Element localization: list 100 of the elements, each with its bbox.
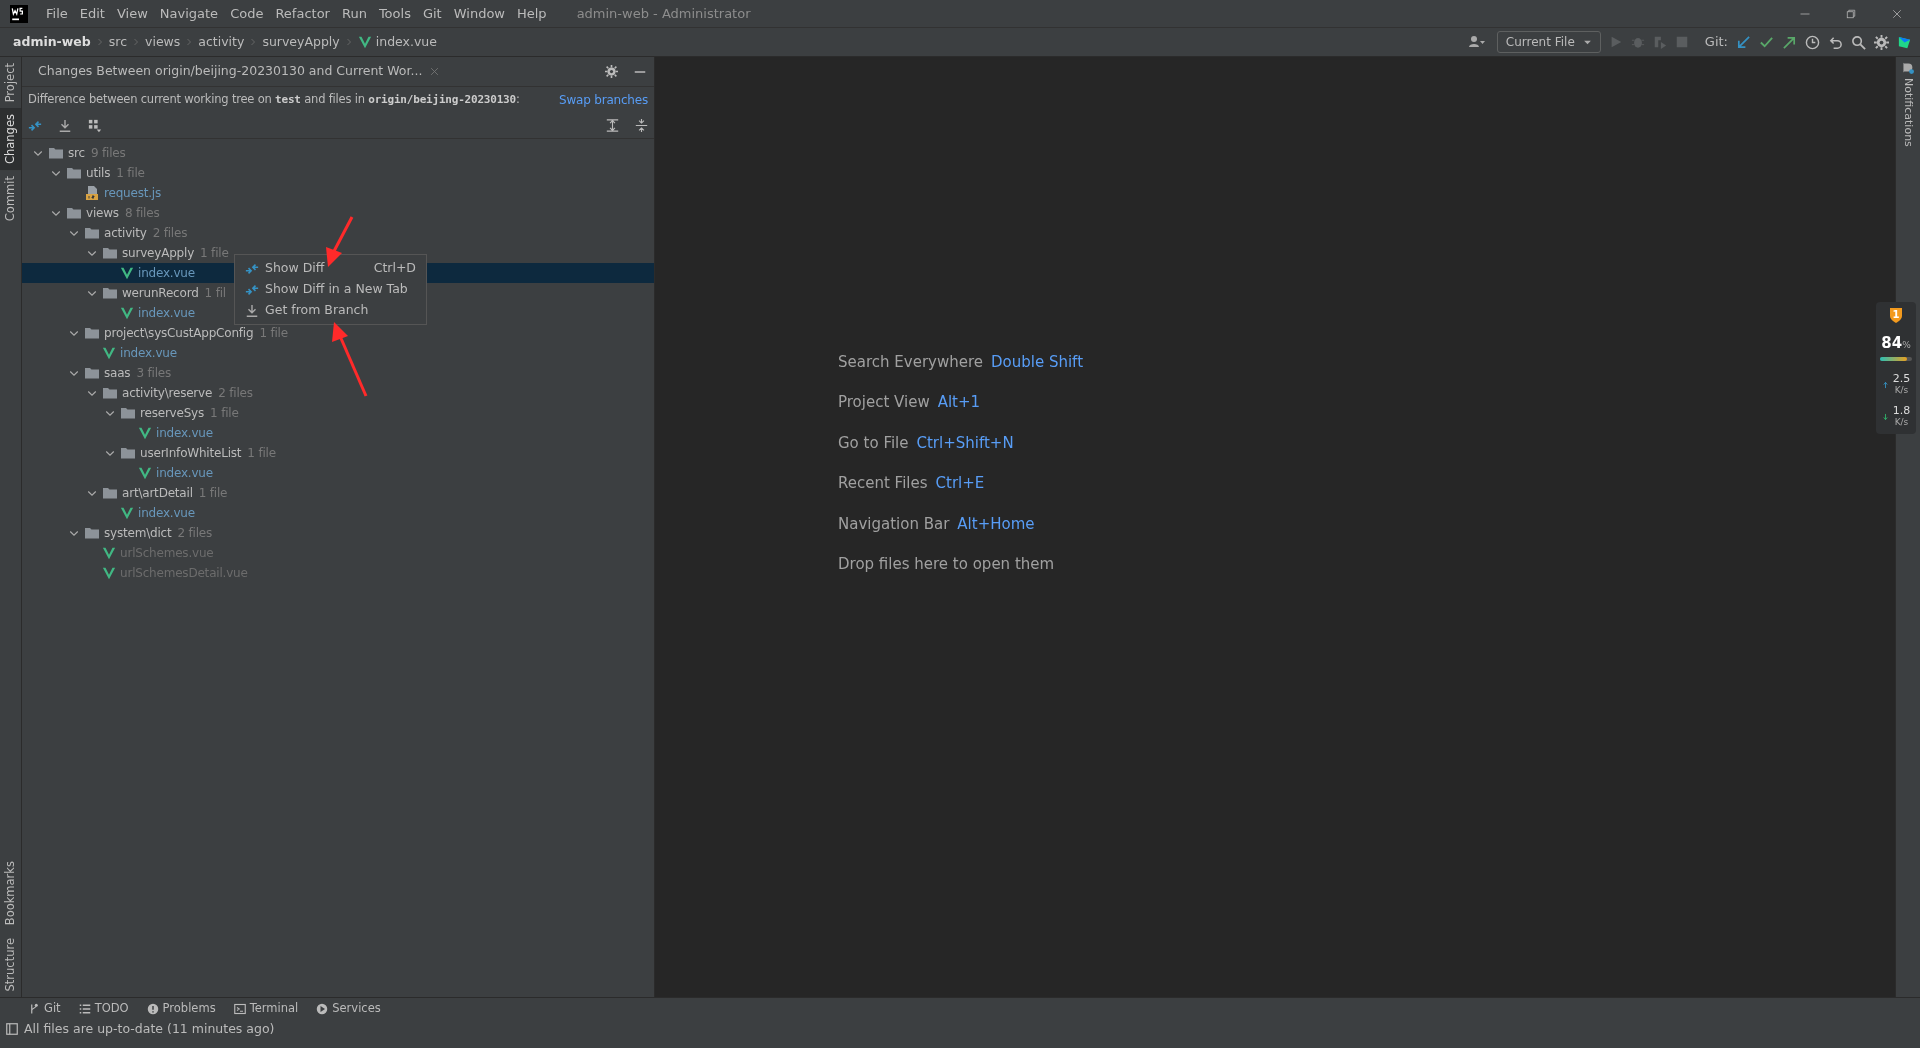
folder-row[interactable]: system\dict 2 files [22, 523, 213, 543]
hint-label: Go to File [838, 432, 909, 454]
collapse-all-icon[interactable] [635, 119, 648, 132]
side-tab[interactable]: Changes [0, 108, 21, 171]
folder-icon [102, 385, 118, 401]
file-row[interactable]: index.vue [22, 503, 195, 523]
list-icon [78, 1002, 91, 1015]
folder-row[interactable]: werunRecord 1 fil [22, 283, 226, 303]
expand-all-icon[interactable] [606, 119, 619, 132]
menu-item[interactable]: Help [511, 3, 553, 24]
bell-icon [1900, 61, 1914, 74]
breadcrumb-item[interactable]: activity [198, 32, 245, 52]
download-icon [245, 303, 259, 318]
push-arrow-icon[interactable] [1782, 34, 1797, 50]
git-label: Git: [1704, 33, 1728, 52]
folder-row[interactable]: project\sysCustAppConfig 1 file [22, 323, 288, 343]
menu-item[interactable]: Get from Branch [235, 300, 426, 321]
file-row[interactable]: index.vue [22, 463, 213, 483]
file-row[interactable]: request.js [22, 183, 162, 203]
menu-item[interactable]: Show Diff in a New Tab [235, 279, 426, 300]
shortcut-text: Alt+Home [957, 513, 1035, 535]
v-icon [138, 466, 152, 480]
menu-item[interactable]: Code [224, 3, 270, 24]
tool-window-button[interactable]: Problems [146, 999, 216, 1018]
update-arrow-icon[interactable] [1736, 34, 1751, 50]
side-tab[interactable]: Bookmarks [0, 855, 21, 932]
rate-value: 2.5 [1892, 372, 1911, 384]
folder-row[interactable]: utils 1 file [22, 163, 145, 183]
v-icon [120, 266, 134, 280]
folder-row[interactable]: saas 3 files [22, 363, 171, 383]
v-icon [357, 35, 372, 49]
plugin-logo-icon[interactable] [1897, 34, 1912, 50]
folder-row[interactable]: views 8 files [22, 203, 160, 223]
tool-window-button[interactable]: Terminal [233, 999, 299, 1018]
folder-row[interactable]: activity\reserve 2 files [22, 383, 253, 403]
percent-sign: % [1902, 340, 1911, 352]
folder-row[interactable]: src 9 files [22, 143, 126, 163]
download-icon[interactable] [58, 118, 72, 133]
swap-branches-link[interactable]: Swap branches [559, 91, 648, 109]
shield-icon [1888, 306, 1904, 324]
close-icon[interactable] [1891, 8, 1903, 20]
group-by-icon[interactable] [88, 118, 102, 133]
run-configuration-dropdown[interactable]: Current File [1496, 31, 1601, 53]
file-row[interactable]: index.vue [22, 303, 195, 323]
hint-label: Recent Files [838, 473, 928, 494]
folder-icon [84, 365, 100, 381]
checkmark-icon[interactable] [1759, 34, 1774, 50]
menu-item[interactable]: Run [335, 3, 373, 24]
folder-row[interactable]: art\artDetail 1 file [22, 483, 228, 503]
folder-icon [48, 145, 64, 161]
file-row[interactable]: index.vue [22, 343, 177, 363]
menu-item[interactable]: View [110, 3, 154, 24]
settings-icon[interactable] [1874, 34, 1889, 50]
shortcut-text: Alt+1 [937, 392, 981, 413]
menu-item[interactable]: Tools [372, 3, 417, 24]
breadcrumb-item[interactable]: views [145, 32, 181, 52]
app-logo-icon [10, 4, 28, 23]
branch-icon [28, 1002, 40, 1015]
hint-label: Drop files here to open them [838, 554, 1055, 575]
menu-item[interactable]: Edit [73, 3, 111, 24]
tool-window-button[interactable]: Services [316, 999, 381, 1018]
tool-window-button[interactable]: Git [28, 999, 61, 1018]
folder-icon [84, 225, 100, 241]
menu-item[interactable]: Window [447, 3, 511, 24]
file-row[interactable]: index.vue [22, 423, 213, 443]
status-text: All files are up-to-date (11 minutes ago) [24, 1019, 275, 1038]
breadcrumb-item[interactable]: src [108, 32, 127, 52]
folder-icon [66, 165, 82, 181]
folder-row[interactable]: activity 2 files [22, 223, 188, 243]
tool-window-button[interactable]: TODO [78, 999, 129, 1018]
restore-icon[interactable] [1845, 8, 1857, 20]
breadcrumb-item[interactable]: index.vue [375, 32, 437, 52]
hint-label: Project View [838, 392, 930, 413]
rate-value: 1.8 [1892, 405, 1911, 416]
search-icon[interactable] [1851, 34, 1866, 50]
menu-item[interactable]: Refactor [269, 3, 336, 24]
shortcut-text: Ctrl+E [935, 473, 985, 494]
folder-row[interactable]: userInfoWhiteList 1 file [22, 443, 276, 463]
folder-row[interactable]: surveyApply 1 file [22, 243, 229, 263]
file-row[interactable]: index.vue [22, 263, 195, 283]
clock-icon[interactable] [1805, 34, 1820, 50]
side-tab[interactable]: Commit [0, 170, 21, 228]
panel-toggle-icon[interactable] [6, 1023, 18, 1035]
folder-row[interactable]: reserveSys 1 file [22, 403, 239, 423]
side-tab[interactable]: Project [0, 57, 21, 109]
v-icon [120, 306, 134, 320]
folder-icon [102, 485, 118, 501]
menu-item[interactable]: File [40, 3, 74, 24]
rate-unit: K/s [1894, 416, 1909, 429]
side-tab[interactable]: Notifications [1896, 57, 1919, 151]
menu-item[interactable]: Navigate [153, 3, 225, 24]
folder-icon [120, 445, 136, 461]
menu-item[interactable]: Git [416, 3, 448, 24]
breadcrumb-item[interactable]: admin-web [13, 32, 91, 52]
settings-icon[interactable] [605, 65, 618, 78]
panel-tab[interactable]: Changes Between origin/beijing-20230130 and Current Wor... [38, 62, 423, 81]
side-tab[interactable]: Structure [0, 931, 21, 997]
folder-icon [84, 325, 100, 341]
breadcrumb-item[interactable]: surveyApply [262, 32, 340, 52]
folder-icon [66, 205, 82, 221]
